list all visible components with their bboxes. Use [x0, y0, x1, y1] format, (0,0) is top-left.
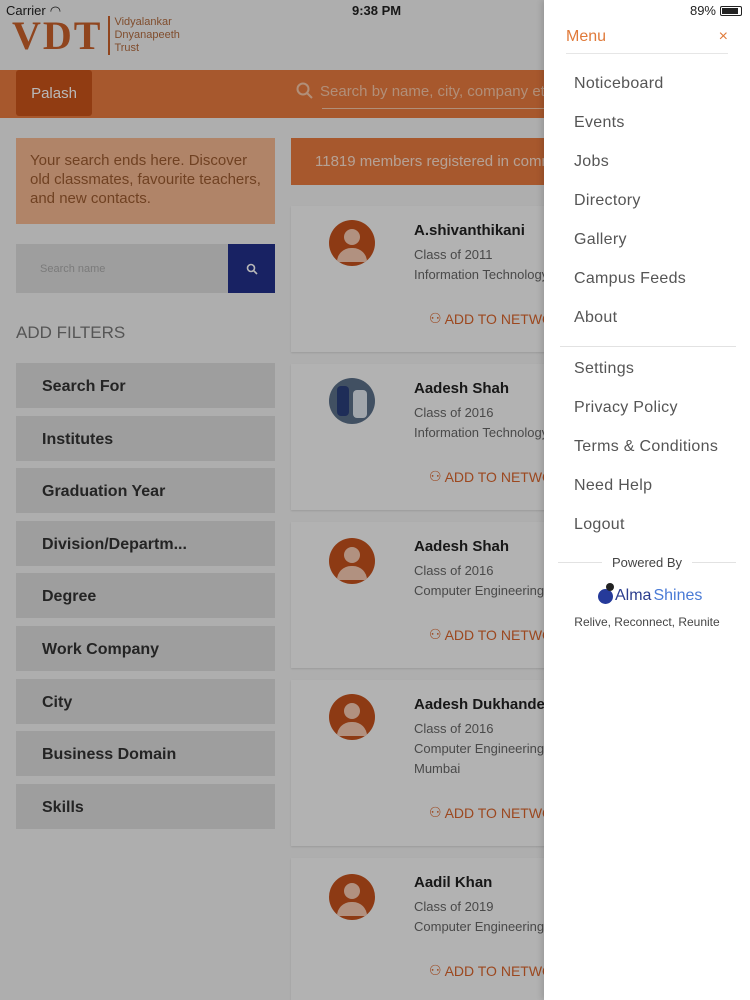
menu-item-logout[interactable]: Logout — [574, 505, 718, 544]
almashines-logo: Alma Shines — [598, 582, 702, 605]
side-menu: 89% Menu × Noticeboard Events Jobs Direc… — [544, 0, 750, 1000]
menu-item-settings[interactable]: Settings — [574, 349, 718, 388]
menu-item-events[interactable]: Events — [574, 103, 686, 142]
almashines-logo-icon — [598, 582, 614, 604]
close-icon[interactable]: × — [719, 28, 728, 46]
menu-primary-list: Noticeboard Events Jobs Directory Galler… — [574, 64, 686, 337]
menu-item-noticeboard[interactable]: Noticeboard — [574, 64, 686, 103]
menu-divider — [560, 346, 736, 347]
menu-title: Menu — [566, 27, 607, 45]
menu-item-need-help[interactable]: Need Help — [574, 466, 718, 505]
menu-item-terms[interactable]: Terms & Conditions — [574, 427, 718, 466]
menu-item-privacy-policy[interactable]: Privacy Policy — [574, 388, 718, 427]
powered-by-label: Powered By — [611, 555, 683, 570]
status-battery: 89% — [690, 3, 742, 18]
menu-item-campus-feeds[interactable]: Campus Feeds — [574, 259, 686, 298]
menu-secondary-list: Settings Privacy Policy Terms & Conditio… — [574, 349, 718, 544]
brand-tagline: Relive, Reconnect, Reunite — [574, 615, 720, 629]
menu-item-about[interactable]: About — [574, 298, 686, 337]
menu-item-directory[interactable]: Directory — [574, 181, 686, 220]
menu-item-jobs[interactable]: Jobs — [574, 142, 686, 181]
menu-header: Menu × — [566, 20, 728, 54]
powered-by: Powered By — [558, 555, 736, 570]
battery-icon — [720, 5, 742, 16]
menu-item-gallery[interactable]: Gallery — [574, 220, 686, 259]
